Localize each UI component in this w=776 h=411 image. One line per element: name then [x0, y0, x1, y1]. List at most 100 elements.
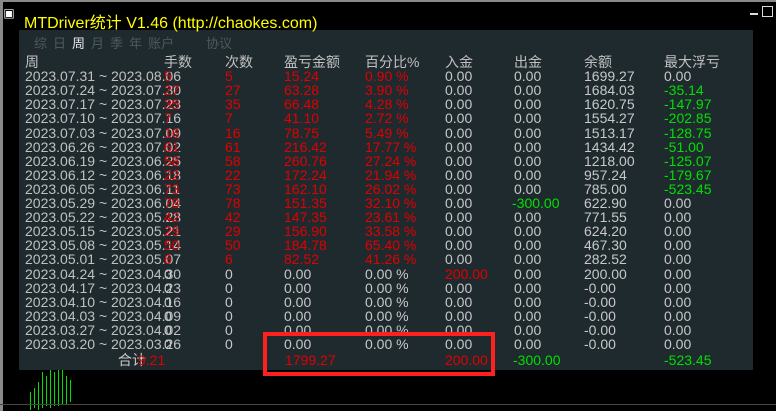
lots-cell: 0 [164, 265, 172, 282]
deposit-cell: 0.00 [445, 279, 473, 296]
pct-cell: 27.24 % [365, 152, 417, 169]
pnl-cell: 78.75 [284, 124, 320, 141]
withdraw-cell: 0.00 [514, 237, 542, 254]
window-title: MTDriver统计 V1.46 (http://chaokes.com) [24, 15, 318, 32]
week-cell: 2023.03.27 ~ 2023.04.02 [25, 321, 182, 338]
week-cell: 2023.04.10 ~ 2023.04.16 [25, 293, 182, 310]
pct-cell: 0.00 % [365, 265, 409, 282]
week-cell: 2023.07.03 ~ 2023.07.09 [25, 124, 182, 141]
tab-month[interactable]: 月 [91, 33, 104, 52]
deposit-cell: 0.00 [445, 180, 473, 197]
balance-cell: 624.20 [584, 223, 627, 240]
week-cell: 2023.06.05 ~ 2023.06.11 [25, 180, 181, 197]
count-cell: 61 [225, 138, 241, 155]
lots-cell: 58 [164, 152, 180, 169]
count-cell: 0 [225, 279, 233, 296]
pct-cell: 0.00 % [365, 293, 409, 310]
tab-week[interactable]: 周 [72, 33, 85, 52]
pct-cell: 21.94 % [365, 166, 417, 183]
max-drawdown-cell: -523.45 [664, 180, 712, 197]
deposit-cell: 0.00 [445, 251, 473, 268]
count-cell: 35 [225, 96, 241, 113]
pnl-cell: 147.35 [284, 209, 327, 226]
count-cell: 0 [225, 265, 233, 282]
lots-cell: 0 [164, 336, 172, 352]
week-cell: 2023.05.15 ~ 2023.05.21 [25, 223, 182, 240]
tab-quarter[interactable]: 季 [110, 33, 123, 52]
week-cell: 2023.05.22 ~ 2023.05.28 [25, 209, 182, 226]
lots-cell: 42 [164, 209, 180, 226]
tab-summary[interactable]: 综 [34, 33, 47, 52]
lots-cell: 7 [164, 110, 172, 127]
max-drawdown-cell: -128.75 [664, 124, 712, 141]
tab-agreement[interactable]: 协议 [206, 33, 232, 52]
max-drawdown-cell: 0.00 [664, 237, 692, 254]
pct-cell: 26.02 % [365, 180, 417, 197]
lots-cell: 5 [164, 68, 172, 85]
balance-cell: 771.55 [584, 209, 627, 226]
col-pct-header: 百分比% [365, 54, 420, 70]
tab-year[interactable]: 年 [129, 33, 142, 52]
max-drawdown-cell: 0.00 [664, 307, 692, 324]
pct-cell: 2.72 % [365, 110, 409, 127]
withdraw-cell: 0.00 [514, 124, 542, 141]
count-cell: 0 [225, 336, 233, 352]
count-cell: 6 [225, 251, 233, 268]
deposit-cell: 0.00 [445, 223, 473, 240]
pnl-cell: 0.00 [284, 307, 312, 324]
count-cell: 27 [225, 82, 241, 99]
lots-cell: 50 [164, 237, 180, 254]
deposit-cell: 0.00 [445, 96, 473, 113]
deposit-cell: 0.00 [445, 138, 473, 155]
balance-cell: 785.00 [584, 180, 627, 197]
window-menu-icon[interactable]: ▣ [0, 4, 18, 22]
max-drawdown-cell: 0.00 [664, 336, 692, 352]
balance-cell: 1620.75 [584, 96, 635, 113]
count-cell: 29 [225, 223, 241, 240]
lots-cell: 0 [164, 321, 172, 338]
tab-bar: 综日周月季年账户 协议 [34, 33, 238, 52]
balance-cell: 1218.00 [584, 152, 635, 169]
max-drawdown-cell: 0.00 [664, 251, 692, 268]
count-cell: 50 [225, 237, 241, 254]
pct-cell: 0.00 % [365, 279, 409, 296]
pct-cell: 41.26 % [365, 251, 417, 268]
pnl-cell: 216.42 [284, 138, 327, 155]
tab-day[interactable]: 日 [53, 33, 66, 52]
max-drawdown-cell: 0.00 [664, 293, 692, 310]
balance-cell: 1513.17 [584, 124, 635, 141]
pnl-cell: 66.48 [284, 96, 320, 113]
deposit-cell: 0.00 [445, 82, 473, 99]
withdraw-cell: 0.00 [514, 110, 542, 127]
max-drawdown-cell: 0.00 [664, 195, 692, 211]
lots-cell: 27 [164, 82, 180, 99]
max-drawdown-cell: -125.07 [664, 152, 712, 169]
lots-cell: 6 [164, 251, 172, 268]
max-drawdown-cell: -51.00 [664, 138, 704, 155]
col-max-drawdown-header: 最大浮亏 [664, 54, 720, 70]
deposit-cell: 0.00 [445, 209, 473, 226]
chart-bottom-line [0, 404, 776, 405]
week-cell: 2023.05.08 ~ 2023.05.14 [25, 237, 182, 254]
pnl-cell: 156.90 [284, 223, 327, 240]
deposit-cell: 0.00 [445, 152, 473, 169]
highlight-box [263, 332, 495, 376]
max-drawdown-cell: 0.00 [664, 223, 692, 240]
lots-cell: 73 [164, 180, 180, 197]
deposit-cell: 0.00 [445, 124, 473, 141]
max-drawdown-cell: 0.00 [664, 209, 692, 226]
pct-cell: 0.90 % [365, 68, 409, 85]
week-cell: 2023.03.20 ~ 2023.03.26 [25, 336, 182, 352]
withdraw-cell: -300.00 [512, 195, 560, 211]
withdraw-cell: 0.00 [514, 166, 542, 183]
maximize-icon[interactable] [762, 6, 773, 17]
pnl-cell: 82.52 [284, 251, 320, 268]
pnl-cell: 41.10 [284, 110, 320, 127]
max-drawdown-cell: -179.67 [664, 166, 712, 183]
pnl-cell: 260.76 [284, 152, 327, 169]
balance-cell: 1699.27 [584, 68, 635, 85]
col-balance-header: 余额 [584, 54, 612, 70]
withdraw-cell: 0.00 [514, 96, 542, 113]
minimize-icon[interactable] [748, 6, 760, 18]
tab-account[interactable]: 账户 [148, 33, 174, 52]
